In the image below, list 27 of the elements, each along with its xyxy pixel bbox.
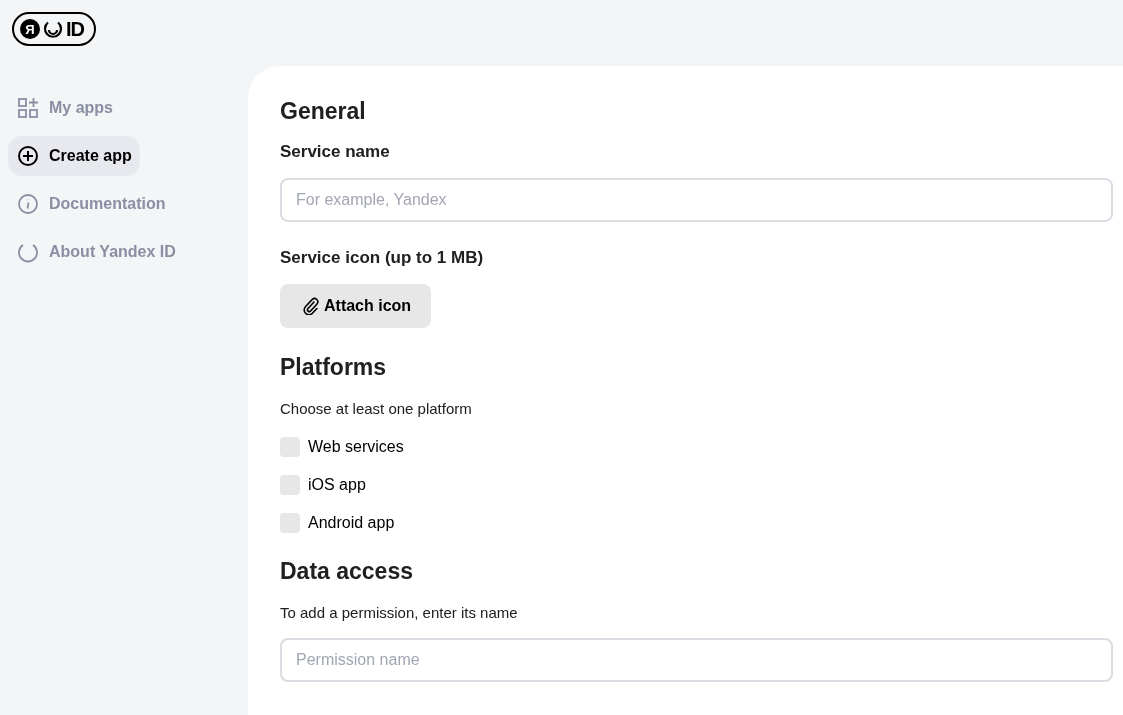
checkbox-box[interactable] <box>280 437 300 457</box>
grid-icon <box>17 97 39 119</box>
hint-text: Choose at least one platform <box>280 399 473 419</box>
plus-circle-icon <box>17 145 39 167</box>
service-name-field[interactable]: For example, Yandex <box>280 178 1113 222</box>
logo-text: ID <box>66 17 84 41</box>
paperclip-icon <box>302 297 320 315</box>
platform-checkbox[interactable]: iOS app <box>280 474 1113 496</box>
field-label: Service name <box>280 141 391 163</box>
section-title: Data access <box>280 557 414 586</box>
field-label: Service icon (up to 1 MB) <box>280 247 485 269</box>
permission-name-field[interactable]: Permission name <box>280 638 1113 682</box>
checkbox-box[interactable] <box>280 513 300 533</box>
section-title: General <box>280 97 367 126</box>
attach-icon-button[interactable]: Attach icon <box>280 284 432 328</box>
info-icon <box>17 193 39 215</box>
hint-text: To add a permission, enter its name <box>280 603 519 623</box>
checkbox-label: Web services <box>308 438 404 456</box>
logo-letter: Я <box>20 19 40 39</box>
checkbox-box[interactable] <box>280 475 300 495</box>
sidebar-item[interactable]: Create app <box>8 136 140 176</box>
checkbox-label: iOS app <box>308 476 366 494</box>
platform-checkbox[interactable]: Android app <box>280 512 1113 534</box>
section-title: Platforms <box>280 353 388 382</box>
platform-checkbox[interactable]: Web services <box>280 436 1113 458</box>
smile-circle-icon <box>43 19 63 39</box>
checkbox-label: Android app <box>308 514 395 532</box>
